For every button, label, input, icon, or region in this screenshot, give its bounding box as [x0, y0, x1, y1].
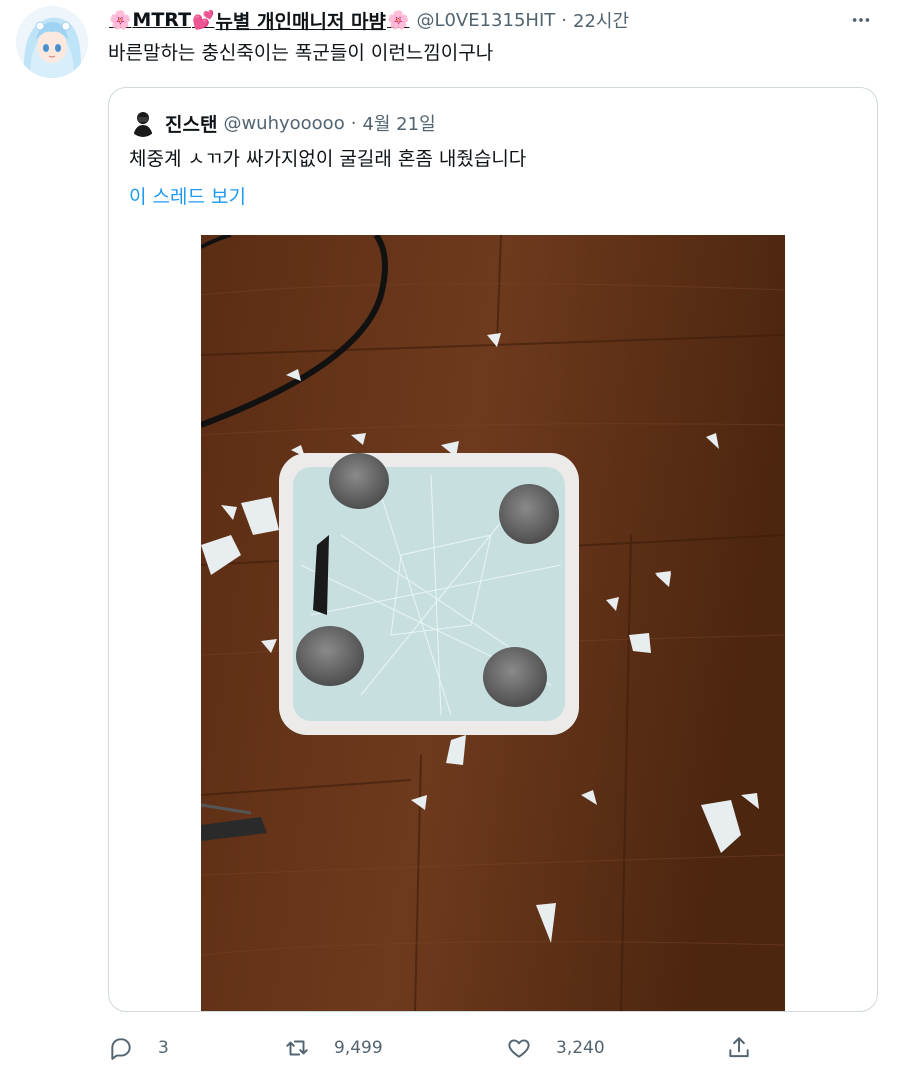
like-button[interactable]: 3,240	[506, 1030, 605, 1066]
author-name-main: MTRT	[132, 9, 192, 31]
retweet-button[interactable]: 9,499	[284, 1030, 383, 1066]
quoted-tweet[interactable]: 진스탠 @wuhyooooo · 4월 21일 체중계 ㅅㄲ가 싸가지없이 굴길…	[108, 87, 878, 1012]
heart-emoji: 💕	[192, 9, 215, 31]
author-handle[interactable]: @L0VE1315HIT	[416, 10, 555, 31]
author-display-name[interactable]: 🌸 MTRT 💕 뉴별 개인매니저 마뱜 🌸	[108, 7, 410, 34]
more-icon[interactable]	[846, 6, 876, 34]
tweet[interactable]: 🌸 MTRT 💕 뉴별 개인매니저 마뱜 🌸 @L0VE1315HIT · 22…	[0, 0, 900, 1082]
flower-emoji-end: 🌸	[387, 9, 410, 31]
quoted-author-avatar	[129, 109, 157, 137]
author-name-rest: 뉴별 개인매니저 마뱜	[215, 10, 387, 33]
quoted-separator-dot: ·	[350, 112, 357, 134]
retweet-count: 9,499	[334, 1038, 383, 1058]
share-icon	[729, 1037, 749, 1058]
show-thread-link[interactable]: 이 스레드 보기	[129, 182, 246, 209]
reply-count: 3	[158, 1038, 169, 1058]
reply-icon	[111, 1038, 131, 1060]
reply-button[interactable]: 3	[108, 1030, 169, 1066]
quoted-tweet-text: 체중계 ㅅㄲ가 싸가지없이 굴길래 혼좀 내줬습니다	[129, 148, 527, 170]
quoted-tweet-header: 진스탠 @wuhyooooo · 4월 21일	[129, 108, 436, 138]
quoted-author-handle: @wuhyooooo	[223, 112, 345, 134]
tweet-header: 🌸 MTRT 💕 뉴별 개인매니저 마뱜 🌸 @L0VE1315HIT · 22…	[108, 4, 880, 36]
author-avatar[interactable]	[16, 6, 88, 78]
like-icon	[508, 1039, 530, 1058]
like-count: 3,240	[556, 1038, 605, 1058]
quoted-tweet-date: 4월 21일	[362, 114, 436, 135]
tweet-actions: 3 9,499 3,240	[108, 1030, 868, 1066]
tweet-time[interactable]: 22시간	[573, 7, 629, 33]
retweet-icon	[286, 1040, 308, 1056]
separator-dot: ·	[561, 9, 567, 31]
quoted-author-name: 진스탠	[165, 113, 218, 136]
quoted-tweet-photo[interactable]	[201, 235, 785, 1011]
flower-emoji: 🌸	[109, 9, 132, 31]
tweet-text: 바른말하는 충신죽이는 폭군들이 이런느낌이구나	[108, 42, 494, 64]
share-button[interactable]	[726, 1030, 752, 1066]
